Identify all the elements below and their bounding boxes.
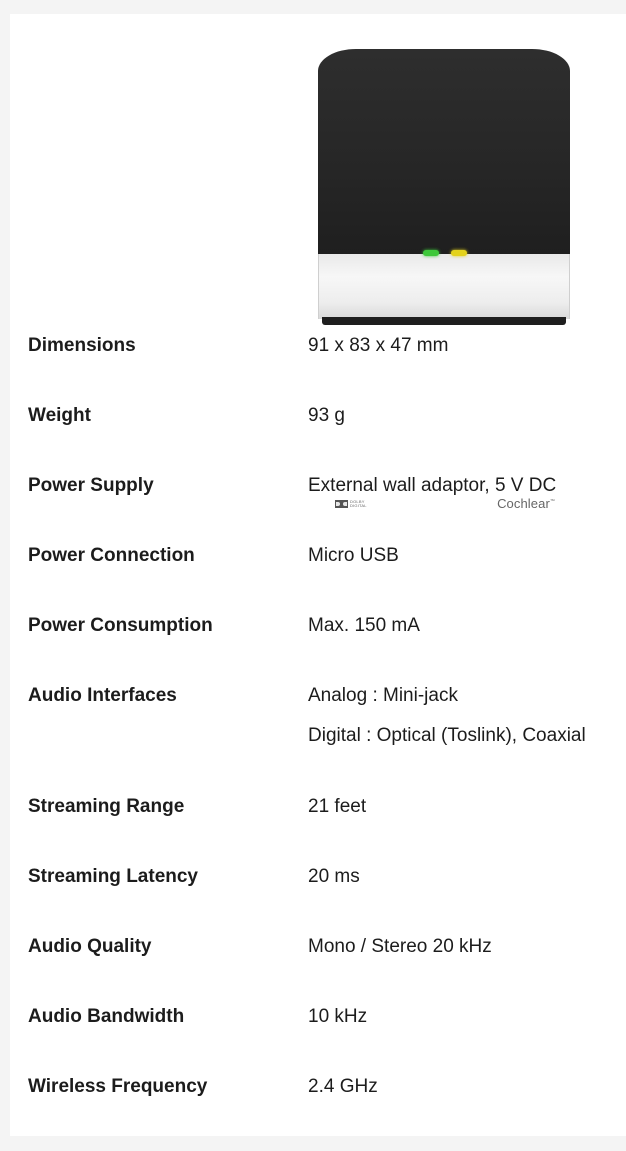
spec-value-line: Micro USB [308,545,399,566]
spec-value-line: 10 kHz [308,1006,368,1027]
spec-value: Analog : Mini-jack Digital : Optical (Tos… [308,685,586,765]
status-led-yellow [451,250,467,256]
spec-label: Dimensions [28,335,136,356]
spec-value: 21 feet [308,796,366,836]
spec-value: 91 x 83 x 47 mm [308,335,448,375]
spec-label: Power Connection [28,545,195,566]
spec-label: Weight [28,405,91,426]
spec-value-line: Digital : Optical (Toslink), Coaxial [308,725,586,746]
spec-value-line: Max. 150 mA [308,615,420,636]
spec-value-line: 91 x 83 x 47 mm [308,335,449,356]
spec-label: Power Supply [28,475,154,496]
spec-value: 2.4 GHz [308,1076,378,1116]
product-image-tv-streamer: DOLBY DIGITAL Cochlear™ [318,49,570,511]
spec-value: Max. 150 mA [308,615,420,655]
spec-value: Mono / Stereo 20 kHz [308,936,492,976]
spec-label: Audio Interfaces [28,685,177,706]
status-led-green [423,250,439,256]
spec-value-line: Mono / Stereo 20 kHz [308,936,492,957]
spec-value: 20 ms [308,866,360,906]
spec-value-line: 2.4 GHz [308,1076,378,1097]
device-top-housing [318,49,570,254]
spec-label: Streaming Latency [28,866,198,887]
spec-value: External wall adaptor, 5 V DC [308,475,556,515]
device-front-panel: DOLBY DIGITAL Cochlear™ [318,254,570,511]
spec-label: Streaming Range [28,796,185,817]
spec-label: Power Consumption [28,615,213,636]
spec-label: Audio Quality [28,936,152,957]
spec-value-line: External wall adaptor, 5 V DC [308,475,557,496]
spec-value-line: 21 feet [308,796,367,817]
spec-value-line: 20 ms [308,866,360,887]
spec-label: Audio Bandwidth [28,1006,185,1027]
spec-value-line: Analog : Mini-jack [308,685,458,706]
device-base [322,317,566,325]
spec-card: DOLBY DIGITAL Cochlear™ Dimensions 91 x 8… [10,14,626,1136]
spec-value: Micro USB [308,545,399,585]
spec-value-line: 93 g [308,405,345,426]
spec-value: 93 g [308,405,345,445]
spec-label: Wireless Frequency [28,1076,208,1097]
spec-value: 10 kHz [308,1006,367,1046]
